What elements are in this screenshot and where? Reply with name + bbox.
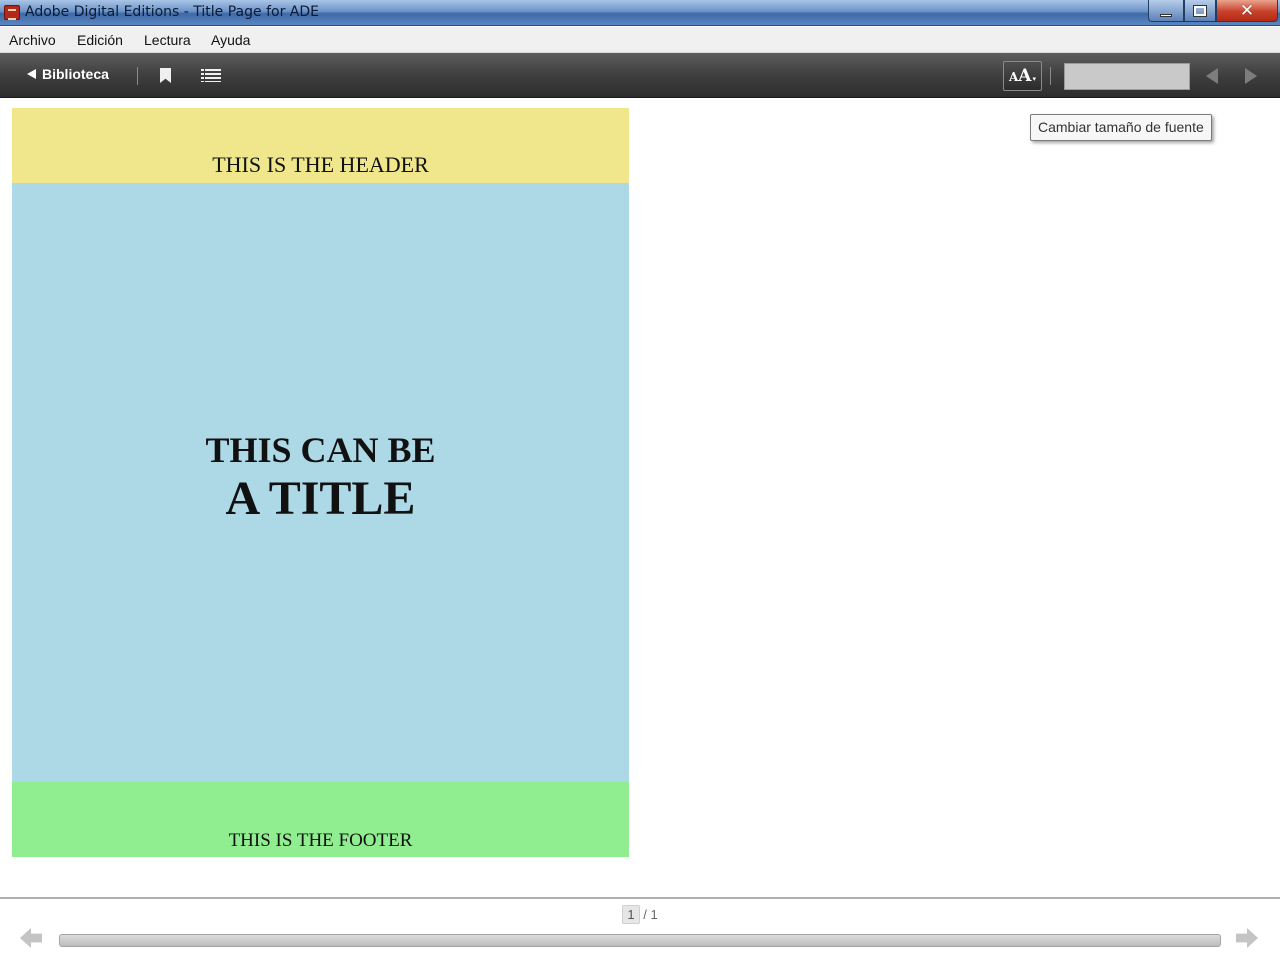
library-button[interactable]: Biblioteca xyxy=(27,66,109,82)
page-footer-text: THIS IS THE FOOTER xyxy=(228,830,413,851)
previous-page-icon[interactable] xyxy=(1206,68,1218,84)
next-page-icon[interactable] xyxy=(1245,68,1257,84)
page-separator: / xyxy=(643,907,647,922)
table-of-contents-icon[interactable] xyxy=(201,69,221,82)
right-arrow-icon xyxy=(1236,928,1258,948)
minimize-button[interactable] xyxy=(1148,0,1184,22)
page-body: THIS CAN BE A TITLE xyxy=(12,183,629,782)
library-label: Biblioteca xyxy=(42,66,109,82)
minimize-icon xyxy=(1160,13,1172,17)
scroll-next-button[interactable] xyxy=(1236,928,1260,952)
menu-archivo[interactable]: Archivo xyxy=(9,32,56,48)
toolbar-divider xyxy=(1050,67,1051,85)
page-footer: THIS IS THE FOOTER xyxy=(12,782,629,857)
font-size-icon: AA▾ xyxy=(1008,66,1037,86)
back-arrow-icon xyxy=(27,69,36,79)
page-header-text: THIS IS THE HEADER xyxy=(212,152,429,177)
bottom-divider xyxy=(0,897,1280,899)
page-scrollbar[interactable] xyxy=(59,934,1221,947)
page-number-field[interactable] xyxy=(1064,63,1190,90)
close-button[interactable]: ✕ xyxy=(1216,0,1278,22)
page-indicator: 1 / 1 xyxy=(0,905,1280,924)
menu-ayuda[interactable]: Ayuda xyxy=(211,32,250,48)
font-size-button[interactable]: AA▾ xyxy=(1003,61,1042,91)
title-line-2: A TITLE xyxy=(225,472,416,525)
menu-edicion[interactable]: Edición xyxy=(77,32,123,48)
total-pages: 1 xyxy=(650,907,658,922)
window-title: Adobe Digital Editions - Title Page for … xyxy=(25,4,319,20)
app-icon xyxy=(4,5,20,20)
toolbar-divider xyxy=(137,67,138,85)
left-arrow-icon xyxy=(20,928,42,948)
bookmark-icon[interactable] xyxy=(160,68,171,83)
close-icon: ✕ xyxy=(1239,0,1255,21)
font-size-tooltip: Cambiar tamaño de fuente xyxy=(1030,114,1212,141)
book-page: THIS IS THE HEADER THIS CAN BE A TITLE T… xyxy=(12,108,629,857)
maximize-button[interactable] xyxy=(1184,0,1216,22)
maximize-icon xyxy=(1193,4,1207,17)
window-title-bar: Adobe Digital Editions - Title Page for … xyxy=(0,0,1280,26)
page-header: THIS IS THE HEADER xyxy=(12,108,629,183)
current-page[interactable]: 1 xyxy=(622,905,640,924)
scroll-prev-button[interactable] xyxy=(20,928,44,952)
menu-bar: Archivo Edición Lectura Ayuda xyxy=(0,27,1280,53)
title-line-1: THIS CAN BE xyxy=(205,430,436,470)
menu-lectura[interactable]: Lectura xyxy=(144,32,191,48)
reader-toolbar: Biblioteca AA▾ xyxy=(0,53,1280,98)
